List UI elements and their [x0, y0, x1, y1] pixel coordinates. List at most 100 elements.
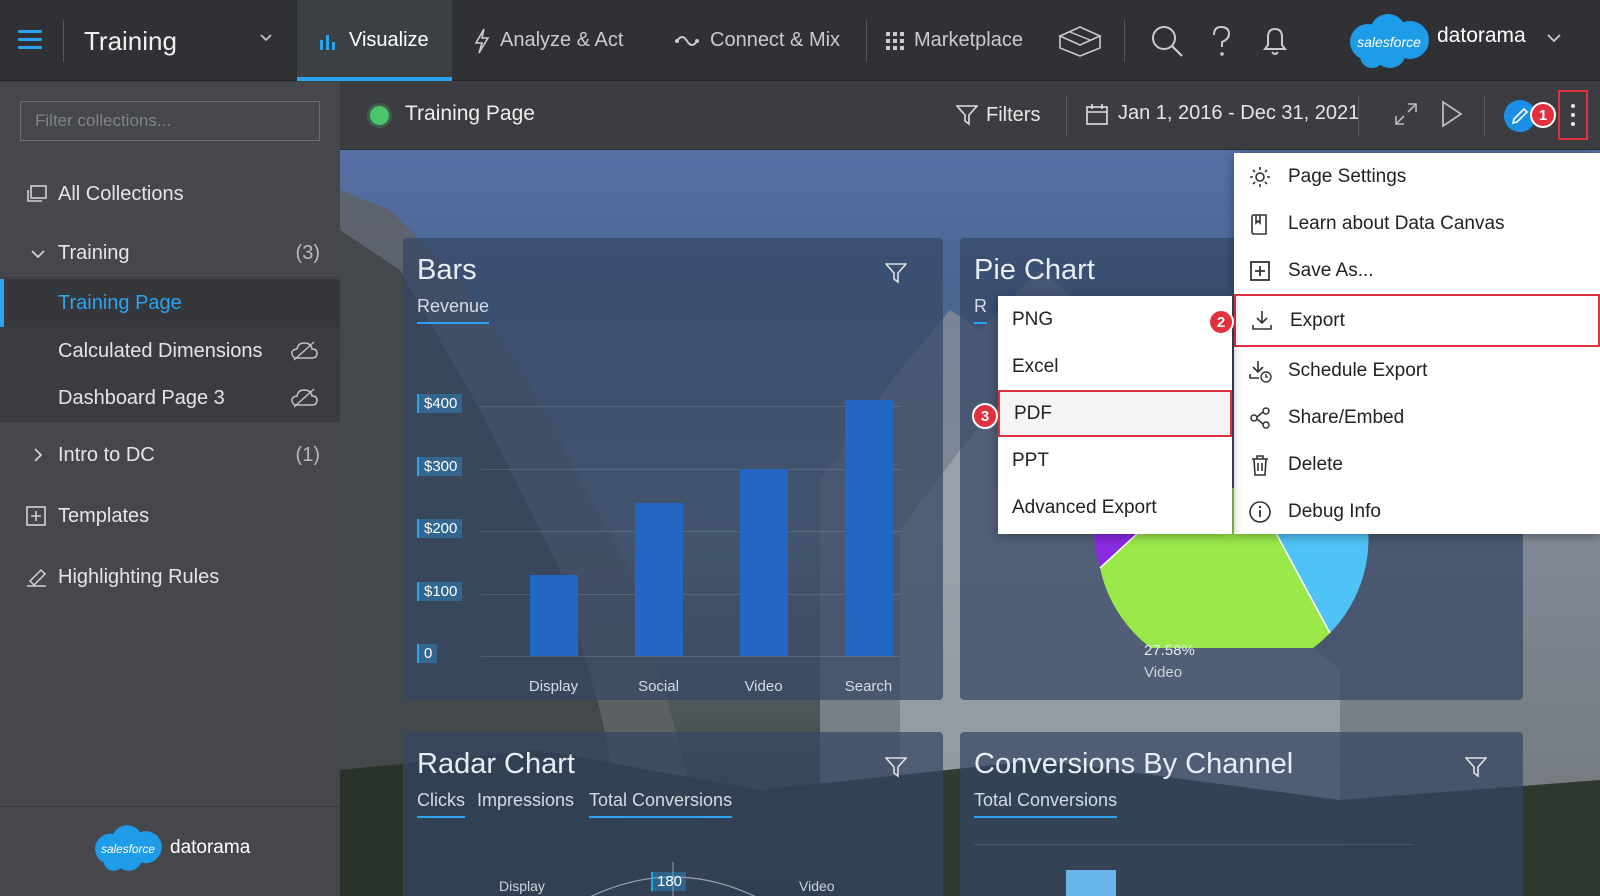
tab-connect-label: Connect & Mix	[710, 29, 841, 51]
sidebar-page-training-page[interactable]: Training Page	[0, 279, 340, 327]
funnel-icon[interactable]	[885, 756, 907, 778]
box-icon[interactable]	[1056, 24, 1104, 58]
radar-tab-clicks[interactable]: Clicks	[417, 790, 465, 818]
menu-item-learn-data-canvas[interactable]: Learn about Data Canvas	[1234, 200, 1600, 247]
tab-analyze-label: Analyze & Act	[500, 29, 624, 51]
funnel-icon[interactable]	[885, 262, 907, 284]
filter-collections-input[interactable]	[20, 101, 320, 141]
date-range-picker[interactable]: Jan 1, 2016 - Dec 31, 2021	[1086, 102, 1359, 125]
hamburger-menu-icon[interactable]	[18, 30, 42, 50]
tab-marketplace-label: Marketplace	[914, 29, 1023, 51]
y-tick-label: $100	[417, 581, 463, 601]
widget-subtitle[interactable]: R	[974, 296, 987, 324]
tab-visualize[interactable]: Visualize	[297, 0, 452, 81]
plus-square-icon	[1250, 261, 1270, 281]
export-option-excel[interactable]: Excel	[998, 343, 1232, 390]
radar-tab-total-conversions[interactable]: Total Conversions	[589, 790, 733, 818]
sidebar-page-dashboard-page-3[interactable]: Dashboard Page 3	[0, 374, 340, 422]
calendar-icon	[1086, 103, 1108, 125]
step-badge-3: 3	[972, 403, 998, 429]
page-label: Dashboard Page 3	[58, 386, 225, 409]
sidebar-item-label: Highlighting Rules	[58, 565, 220, 588]
datorama-wordmark: datorama	[170, 837, 251, 858]
menu-item-debug-info[interactable]: Debug Info	[1234, 488, 1600, 535]
chevron-down-icon[interactable]	[1546, 32, 1562, 44]
cloud-off-icon	[291, 388, 318, 408]
export-option-ppt[interactable]: PPT	[998, 437, 1232, 484]
chevron-down-icon[interactable]	[260, 32, 272, 44]
menu-item-save-as[interactable]: Save As...	[1234, 247, 1600, 294]
menu-item-label: Page Settings	[1288, 165, 1407, 187]
sidebar-item-intro-to-dc[interactable]: Intro to DC (1)	[0, 431, 340, 479]
y-tick-label: 0	[417, 644, 438, 663]
divider	[1358, 96, 1359, 136]
item-count: (1)	[295, 443, 320, 466]
conversions-by-channel-widget[interactable]: Conversions By Channel Total Conversions	[960, 732, 1523, 896]
sidebar-page-calculated-dimensions[interactable]: Calculated Dimensions	[0, 327, 340, 375]
tab-connect-mix[interactable]: Connect & Mix	[674, 0, 840, 81]
widget-subtitle[interactable]: Total Conversions	[974, 790, 1118, 818]
menu-item-export[interactable]: Export	[1234, 294, 1600, 347]
x-tick-label: Video	[744, 678, 783, 695]
sidebar-item-all-collections[interactable]: All Collections	[0, 170, 340, 218]
menu-item-label: Save As...	[1288, 259, 1374, 281]
export-option-png[interactable]: PNG	[998, 296, 1232, 343]
bar-display[interactable]	[529, 574, 578, 656]
y-tick-label: $400	[417, 394, 463, 413]
divider	[866, 20, 867, 62]
salesforce-logo: salesforce	[1350, 14, 1429, 68]
gear-icon	[1250, 167, 1270, 187]
tab-analyze-act[interactable]: Analyze & Act	[474, 0, 623, 81]
play-icon[interactable]	[1440, 100, 1464, 128]
tab-marketplace[interactable]: Marketplace	[886, 0, 1023, 81]
more-options-button[interactable]	[1558, 90, 1588, 140]
page-title: Training Page	[405, 102, 535, 125]
workspace-name[interactable]: Training	[84, 26, 177, 57]
divider	[1484, 96, 1485, 136]
item-count: (3)	[295, 242, 320, 264]
menu-item-share-embed[interactable]: Share/Embed	[1234, 394, 1600, 441]
funnel-icon	[956, 105, 978, 126]
filters-button[interactable]: Filters	[956, 100, 1040, 130]
menu-item-page-settings[interactable]: Page Settings	[1234, 153, 1600, 200]
search-icon[interactable]	[1150, 24, 1184, 58]
sidebar-item-templates[interactable]: Templates	[0, 492, 340, 540]
bell-icon[interactable]	[1258, 24, 1292, 58]
gridline	[481, 468, 901, 470]
x-tick-label: Display	[528, 678, 579, 695]
tab-visualize-label: Visualize	[349, 29, 429, 51]
download-icon	[1252, 311, 1272, 330]
gridline	[481, 656, 901, 657]
lightning-icon	[474, 28, 490, 54]
divider	[1124, 20, 1125, 62]
radar-axis-label: Display	[499, 878, 545, 894]
radar-tab-impressions[interactable]: Impressions	[477, 790, 574, 818]
sidebar-item-label: Training	[58, 242, 130, 264]
status-indicator	[370, 106, 389, 125]
bar-social[interactable]	[634, 502, 683, 656]
radar-chart-widget[interactable]: Radar Chart Clicks Impressions Total Con…	[403, 732, 943, 896]
info-icon	[1249, 501, 1271, 523]
radar-axis-label: Video	[799, 878, 835, 894]
sidebar: All Collections Training (3) Training Pa…	[0, 82, 340, 896]
chevron-right-icon[interactable]	[30, 447, 46, 463]
widget-title: Pie Chart	[974, 254, 1095, 286]
sidebar-item-highlighting-rules[interactable]: Highlighting Rules	[0, 553, 340, 601]
bars-widget[interactable]: Bars Revenue $400 $300 $200 $100 0 Display Soc…	[403, 238, 943, 700]
chevron-down-icon[interactable]	[30, 246, 46, 262]
step-badge-2: 2	[1208, 309, 1234, 335]
widget-title: Conversions By Channel	[974, 748, 1294, 780]
menu-item-schedule-export[interactable]: Schedule Export	[1234, 347, 1600, 394]
expand-icon[interactable]	[1394, 102, 1418, 126]
widget-title: Radar Chart	[417, 748, 575, 780]
sidebar-item-training[interactable]: Training (3)	[0, 230, 340, 278]
bar-video[interactable]	[739, 468, 788, 656]
widget-subtitle[interactable]: Revenue	[417, 296, 490, 324]
menu-item-delete[interactable]: Delete	[1234, 441, 1600, 488]
bar-search[interactable]	[844, 399, 893, 656]
y-tick-label: $300	[417, 456, 463, 476]
funnel-icon[interactable]	[1465, 756, 1487, 778]
help-icon[interactable]	[1204, 24, 1238, 58]
export-option-pdf[interactable]: PDF	[998, 390, 1232, 437]
export-option-advanced[interactable]: Advanced Export	[998, 484, 1232, 531]
